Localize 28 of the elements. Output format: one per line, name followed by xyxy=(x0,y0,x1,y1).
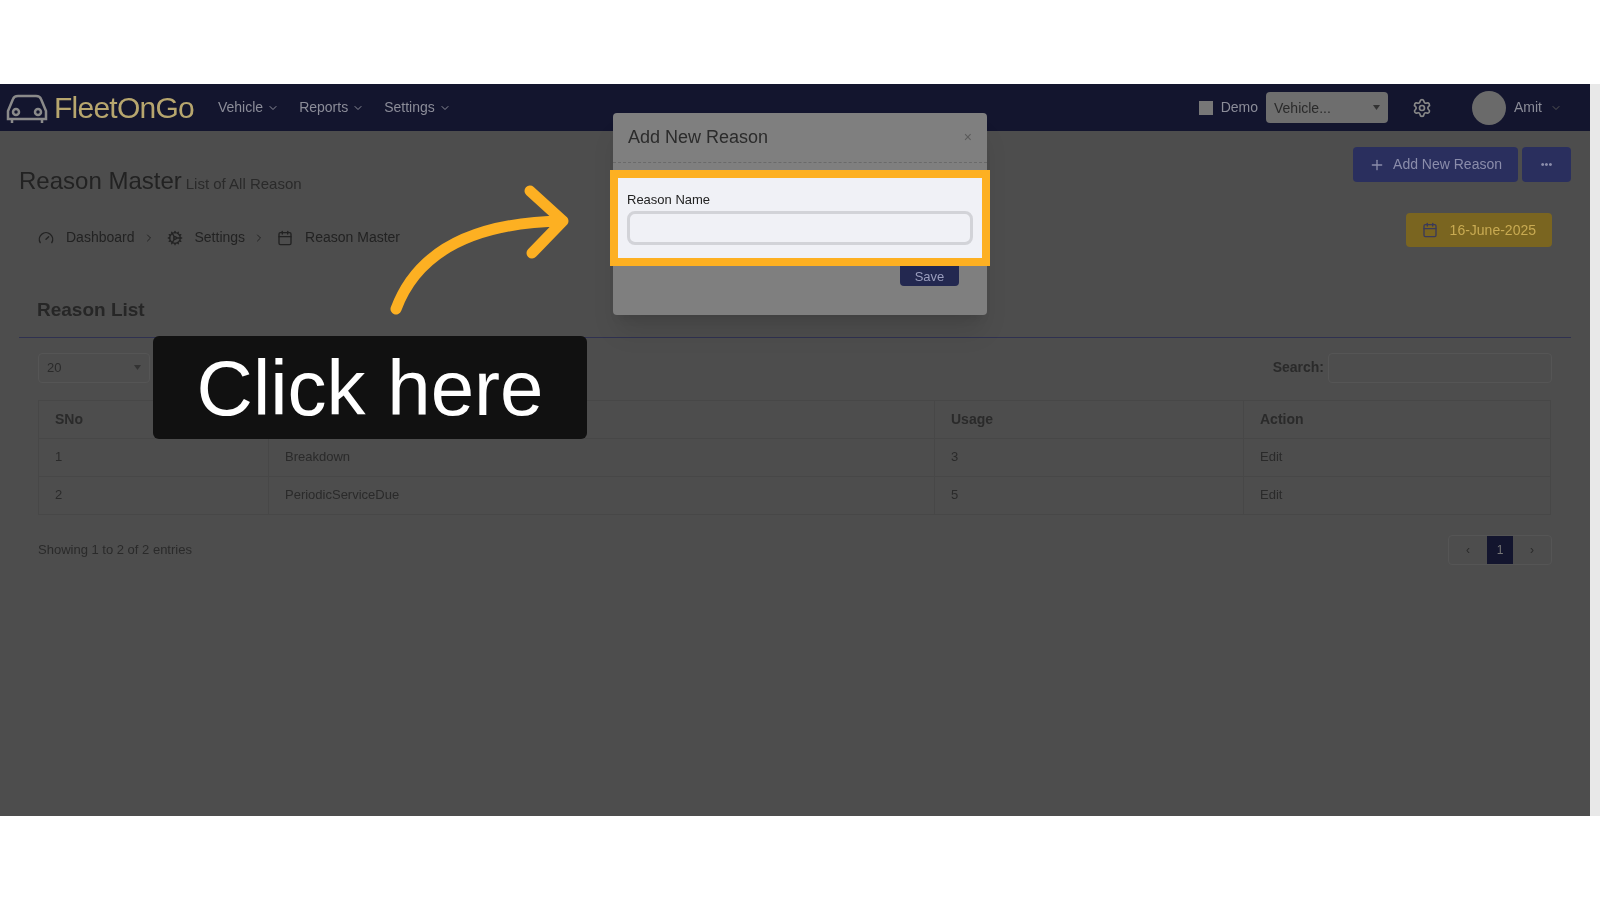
click-here-callout: Click here xyxy=(153,336,587,439)
field-label: Reason Name xyxy=(627,191,712,209)
close-button[interactable]: × xyxy=(963,127,972,148)
save-button[interactable]: Save xyxy=(900,266,959,286)
user-name[interactable]: Amit xyxy=(1514,97,1542,118)
more-options-button[interactable]: ••• xyxy=(1522,147,1571,182)
dashboard-icon xyxy=(38,229,54,246)
page-button[interactable]: 1 xyxy=(1487,535,1513,564)
previous-page-button[interactable]: ‹ xyxy=(1449,535,1487,564)
nav-menu[interactable]: Reports xyxy=(299,97,365,118)
vehicle-select[interactable]: Vehicle... xyxy=(1266,92,1388,123)
gears-icon xyxy=(166,229,183,246)
settings-icon[interactable] xyxy=(1412,97,1432,118)
modal-title: Add New Reason xyxy=(628,126,769,149)
logo-text: FleetOnGo xyxy=(54,90,194,126)
nav-menu[interactable]: Settings xyxy=(384,97,451,118)
add-new-reason-button[interactable]: Add New Reason xyxy=(1353,147,1518,182)
next-page-button[interactable]: › xyxy=(1513,535,1551,564)
nav-menu[interactable]: Vehicle xyxy=(218,97,280,118)
demo-checkbox[interactable] xyxy=(1198,100,1213,115)
calendar-icon xyxy=(277,229,294,246)
caret-icon xyxy=(134,365,141,370)
scrollbar[interactable] xyxy=(1590,84,1600,816)
avatar-icon[interactable] xyxy=(1472,90,1506,125)
reason-name-field[interactable] xyxy=(627,210,973,245)
demo-label: Demo xyxy=(1220,98,1258,117)
date-badge: 16-June-2025 xyxy=(1405,213,1552,247)
caret-icon xyxy=(1373,105,1380,110)
